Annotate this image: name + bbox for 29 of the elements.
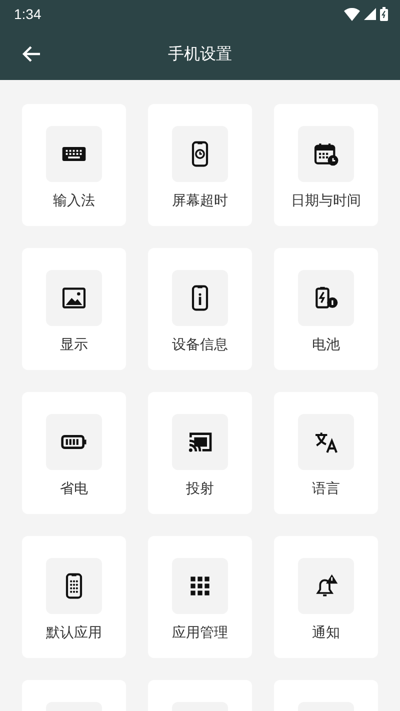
- settings-label: 通知: [312, 624, 340, 642]
- settings-label: 电池: [312, 336, 340, 354]
- settings-label: 显示: [60, 336, 88, 354]
- settings-card[interactable]: 投射: [148, 392, 252, 514]
- settings-label: 输入法: [53, 192, 95, 210]
- settings-label: 日期与时间: [291, 192, 361, 210]
- settings-label: 省电: [60, 480, 88, 498]
- settings-card[interactable]: 默认应用: [22, 536, 126, 658]
- settings-label: 屏幕超时: [172, 192, 228, 210]
- settings-card[interactable]: 语言: [274, 392, 378, 514]
- wifi-icon: [344, 8, 360, 20]
- settings-card[interactable]: 省电: [22, 392, 126, 514]
- settings-label: 应用管理: [172, 624, 228, 642]
- settings-card[interactable]: 通知: [274, 536, 378, 658]
- signal-icon: [364, 8, 376, 20]
- settings-label: 默认应用: [46, 624, 102, 642]
- settings-card[interactable]: 应用管理: [148, 536, 252, 658]
- settings-card[interactable]: 日期与时间: [274, 104, 378, 226]
- settings-label: 设备信息: [172, 336, 228, 354]
- settings-label: 投射: [186, 480, 214, 498]
- settings-card[interactable]: 显示: [22, 248, 126, 370]
- status-time: 1:34: [14, 6, 42, 22]
- page-title: 手机设置: [168, 44, 232, 62]
- settings-card[interactable]: 屏幕超时: [148, 104, 252, 226]
- settings-label: 语言: [312, 480, 340, 498]
- battery-icon: [380, 7, 388, 21]
- settings-card[interactable]: 电池: [274, 248, 378, 370]
- settings-card[interactable]: 输入法: [22, 104, 126, 226]
- settings-card[interactable]: 设备信息: [148, 248, 252, 370]
